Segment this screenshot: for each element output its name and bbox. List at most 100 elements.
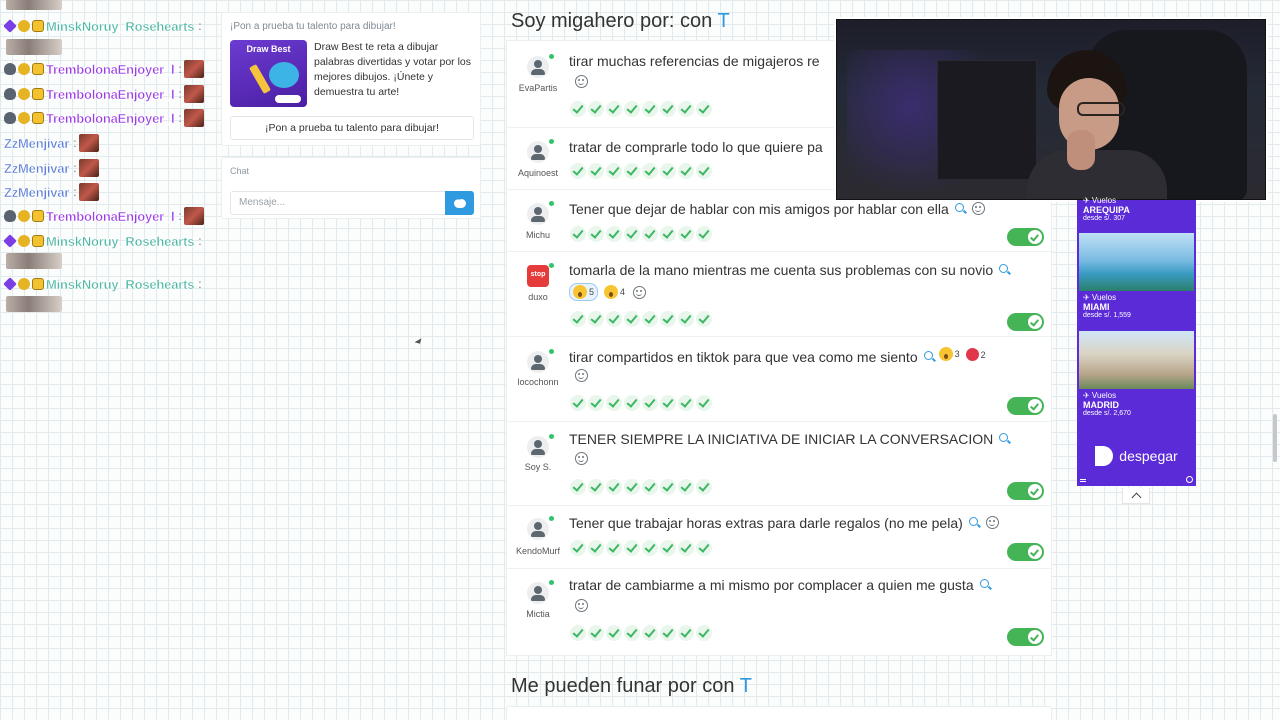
check-icon[interactable] <box>570 625 586 641</box>
draw-best-thumbnail[interactable]: Draw Best <box>230 40 307 107</box>
check-icon[interactable] <box>660 311 676 327</box>
user-avatar[interactable] <box>527 351 549 373</box>
chat-username[interactable]: TrembolonaEnjoyer_l <box>46 208 175 223</box>
section-title-accent[interactable]: T <box>717 10 729 32</box>
approve-toggle[interactable] <box>1007 482 1044 500</box>
check-icon[interactable] <box>624 540 640 556</box>
check-icon[interactable] <box>696 540 712 556</box>
check-icon[interactable] <box>624 101 640 117</box>
chat-username[interactable]: ZzMenjivar <box>4 160 70 175</box>
chat-username[interactable]: ZzMenjivar <box>4 135 70 150</box>
check-icon[interactable] <box>624 479 640 495</box>
check-icon[interactable] <box>678 163 694 179</box>
search-icon[interactable] <box>979 579 989 588</box>
add-reaction-icon[interactable] <box>633 285 647 299</box>
chat-username[interactable]: MinskNoruy_Rosehearts <box>46 276 195 291</box>
search-icon[interactable] <box>999 264 1009 273</box>
check-icon[interactable] <box>696 311 712 327</box>
user-avatar[interactable] <box>527 582 549 604</box>
check-icon[interactable] <box>696 226 712 242</box>
ad-destination-card[interactable]: ✈ Vuelos MIAMI desde s/. 1,559 <box>1079 233 1194 319</box>
check-icon[interactable] <box>696 625 712 641</box>
user-avatar[interactable] <box>527 436 549 458</box>
check-icon[interactable] <box>642 226 658 242</box>
check-icon[interactable] <box>678 479 694 495</box>
check-icon[interactable] <box>642 395 658 411</box>
check-icon[interactable] <box>606 163 622 179</box>
check-icon[interactable] <box>588 479 604 495</box>
check-icon[interactable] <box>678 226 694 242</box>
check-icon[interactable] <box>588 311 604 327</box>
ad-collapse-button[interactable] <box>1122 488 1150 504</box>
check-icon[interactable] <box>696 163 712 179</box>
add-reaction-icon[interactable] <box>971 202 985 215</box>
add-reaction-icon[interactable] <box>575 599 588 612</box>
page-scrollbar[interactable] <box>1273 414 1277 462</box>
check-icon[interactable] <box>588 625 604 641</box>
user-avatar[interactable] <box>527 56 549 78</box>
ad-info-icon[interactable] <box>1186 476 1193 483</box>
approve-toggle[interactable] <box>1007 228 1044 246</box>
despegar-ad[interactable]: despegar ✈ Vuelos AREQUIPA desde s/. 307 ✈ … <box>1077 196 1196 486</box>
check-icon[interactable] <box>570 395 586 411</box>
chat-send-button[interactable] <box>445 191 474 215</box>
ad-destination-card[interactable]: ✈ Vuelos MADRID desde s/. 2,670 <box>1079 331 1194 417</box>
check-icon[interactable] <box>660 625 676 641</box>
ad-destination-card[interactable]: ✈ Vuelos AREQUIPA desde s/. 307 <box>1079 196 1194 222</box>
reaction-chip[interactable]: 3 <box>938 347 960 361</box>
check-icon[interactable] <box>624 395 640 411</box>
check-icon[interactable] <box>624 163 640 179</box>
check-icon[interactable] <box>606 479 622 495</box>
check-icon[interactable] <box>660 395 676 411</box>
check-icon[interactable] <box>660 101 676 117</box>
check-icon[interactable] <box>642 101 658 117</box>
check-icon[interactable] <box>588 226 604 242</box>
check-icon[interactable] <box>588 163 604 179</box>
check-icon[interactable] <box>678 101 694 117</box>
search-icon[interactable] <box>999 433 1009 442</box>
check-icon[interactable] <box>660 540 676 556</box>
search-icon[interactable] <box>923 351 933 360</box>
check-icon[interactable] <box>678 540 694 556</box>
check-icon[interactable] <box>624 311 640 327</box>
check-icon[interactable] <box>642 625 658 641</box>
check-icon[interactable] <box>570 479 586 495</box>
approve-toggle[interactable] <box>1007 543 1044 561</box>
add-reaction-icon[interactable] <box>575 75 588 88</box>
user-avatar[interactable] <box>527 203 549 225</box>
check-icon[interactable] <box>642 540 658 556</box>
check-icon[interactable] <box>570 226 586 242</box>
approve-toggle[interactable] <box>1007 313 1044 331</box>
check-icon[interactable] <box>588 101 604 117</box>
check-icon[interactable] <box>606 226 622 242</box>
add-reaction-icon[interactable] <box>575 369 588 382</box>
check-icon[interactable] <box>678 311 694 327</box>
menu-icon[interactable] <box>1080 479 1086 482</box>
reaction-chip[interactable]: 4 <box>604 285 625 299</box>
check-icon[interactable] <box>606 101 622 117</box>
check-icon[interactable] <box>660 479 676 495</box>
check-icon[interactable] <box>678 625 694 641</box>
reaction-chip[interactable]: 5 <box>569 283 599 301</box>
check-icon[interactable] <box>606 625 622 641</box>
check-icon[interactable] <box>588 395 604 411</box>
check-icon[interactable] <box>642 479 658 495</box>
check-icon[interactable] <box>570 540 586 556</box>
search-icon[interactable] <box>954 203 964 212</box>
check-icon[interactable] <box>624 226 640 242</box>
check-icon[interactable] <box>570 163 586 179</box>
check-icon[interactable] <box>624 625 640 641</box>
add-reaction-icon[interactable] <box>985 516 999 529</box>
check-icon[interactable] <box>606 395 622 411</box>
check-icon[interactable] <box>606 311 622 327</box>
check-icon[interactable] <box>642 311 658 327</box>
check-icon[interactable] <box>588 540 604 556</box>
ad-brand[interactable]: despegar <box>1077 441 1196 471</box>
user-avatar[interactable] <box>527 518 549 540</box>
check-icon[interactable] <box>678 395 694 411</box>
chat-username[interactable]: TrembolonaEnjoyer_l <box>46 61 175 76</box>
check-icon[interactable] <box>570 311 586 327</box>
user-avatar[interactable] <box>527 141 549 163</box>
check-icon[interactable] <box>696 395 712 411</box>
check-icon[interactable] <box>696 101 712 117</box>
